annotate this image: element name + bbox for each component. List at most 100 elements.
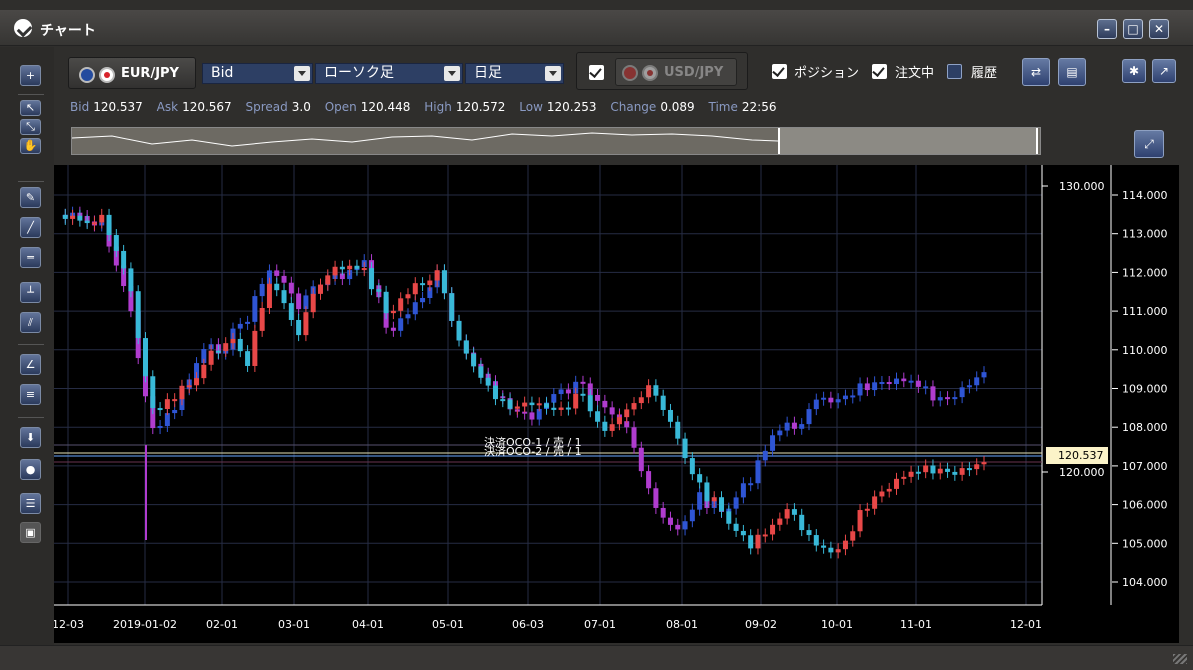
position-checkbox[interactable] [772,64,787,79]
eurjpy-candle [223,343,229,351]
price-chart[interactable]: 12-03 2019-01-02 02-01 03-01 04-01 05-01 06-03… [52,165,1179,643]
usdjpy-candle [660,507,666,518]
jp-flag-icon [642,65,658,81]
order-list-icon[interactable]: ⇄ [1022,58,1050,86]
chart-svg[interactable]: 12-03 2019-01-02 02-01 03-01 04-01 05-01 06-03… [52,165,1179,643]
chevron-down-icon [294,66,310,81]
right-tick-label: 106.000 [1122,499,1168,512]
spread-label: Spread [245,100,288,114]
chart-toolbar: EUR/JPY Bid ローソク足 日足 USD/JPY ポジション 注文中 履… [60,52,1180,92]
timeframe-value: 日足 [474,65,502,81]
compare-symbol-button[interactable]: USD/JPY [615,58,737,86]
eurjpy-candle [595,411,601,422]
vertical-line-icon[interactable]: ┴ [20,282,41,303]
eurjpy-candle [821,545,827,548]
usdjpy-candle [653,488,659,508]
eurjpy-candle [412,283,418,295]
eurjpy-candle [565,407,571,410]
right-tick-label: 110.000 [1122,344,1168,357]
title-bar[interactable]: チャート – □ ✕ [0,10,1193,46]
usdjpy-candle [420,297,426,303]
x-tick-label: 04-01 [352,618,384,631]
crosshair-pointer-icon[interactable]: ⤡ [20,119,41,135]
compare-checkbox[interactable] [589,65,604,80]
usdjpy-candle [821,397,827,400]
usdjpy-candle [565,389,571,394]
eurjpy-candle [536,403,542,406]
eurjpy-candle [317,284,323,294]
usdjpy-candle [850,395,856,398]
navigator-range-handle[interactable] [778,128,1038,154]
divider [18,344,44,345]
minimize-button[interactable]: – [1097,19,1117,39]
pen-icon[interactable]: ✎ [20,187,41,208]
eurjpy-candle [609,424,615,431]
camera-icon[interactable]: ▣ [20,522,41,543]
settings-gear-icon[interactable]: ✱ [1122,59,1146,83]
add-icon[interactable]: + [20,65,41,86]
close-button[interactable]: ✕ [1149,19,1169,39]
usdjpy-candle [930,386,936,401]
eurjpy-candle [361,268,367,271]
fan-icon[interactable]: ∠ [20,354,41,375]
list-icon[interactable]: ☰ [20,493,41,514]
usdjpy-candle [646,471,652,489]
eurjpy-candle [390,310,396,314]
status-bar [0,645,1193,670]
eurjpy-candle [602,421,608,431]
trendline-icon[interactable]: ╱ [20,217,41,238]
maximize-button[interactable]: □ [1123,19,1143,39]
alert-icon[interactable]: ● [20,459,41,480]
download-icon[interactable]: ⬇ [20,427,41,448]
history-checkbox[interactable] [947,64,962,79]
horizontal-line-icon[interactable]: ═ [20,247,41,268]
app-logo-icon [14,19,32,37]
ask-value: 120.567 [182,100,232,114]
eurjpy-candle [492,385,498,400]
pointer-icon[interactable]: ↖ [20,100,41,116]
us-flag-icon [622,65,638,81]
usdjpy-candle [558,389,564,395]
eurjpy-candle [514,406,520,409]
usdjpy-candle [923,386,929,389]
low-value: 120.253 [546,100,597,114]
chart-window: チャート – □ ✕ + ↖ ⤡ ✋ ✎ ╱ ═ ┴ ⫽ ∠ ≡ ⬇ ● ☰ ▣… [0,0,1193,670]
order-checkbox[interactable] [872,64,887,79]
navigator-scrollbar[interactable] [71,127,1041,155]
eurjpy-candle [653,385,659,396]
resize-grip-icon[interactable] [1173,654,1187,664]
eurjpy-candle [135,291,141,339]
eurjpy-candle [573,393,579,409]
eurjpy-candle [420,283,426,286]
usdjpy-candle [857,383,863,396]
symbol-button[interactable]: EUR/JPY [68,57,196,89]
usdjpy-candle [770,435,776,451]
usdjpy-candle [733,497,739,509]
popout-icon[interactable]: ↗ [1152,59,1176,83]
usdjpy-candle [879,382,885,385]
usdjpy-candle [252,296,258,322]
fibonacci-icon[interactable]: ≡ [20,384,41,405]
eurjpy-candle [777,518,783,525]
usdjpy-candle [813,399,819,410]
hand-icon[interactable]: ✋ [20,138,41,154]
x-tick-label: 09-02 [745,618,777,631]
resize-navigator-icon[interactable]: ⤢ [1134,130,1164,158]
eurjpy-candle [91,222,97,225]
price-type-select[interactable]: Bid [202,63,313,84]
channel-icon[interactable]: ⫽ [20,312,41,333]
eurjpy-candle [84,220,90,224]
x-tick-label: 06-03 [512,618,544,631]
usdjpy-candle [245,321,251,324]
sheet-icon[interactable]: ▤ [1058,58,1086,86]
eurjpy-candle [208,350,214,365]
eurjpy-candle [813,535,819,546]
usdjpy-candle [777,430,783,436]
chart-type-select[interactable]: ローソク足 [315,63,463,84]
right-tick-label: 114.000 [1122,189,1168,202]
change-value: 0.089 [660,100,695,114]
eurjpy-candle [164,399,170,409]
usdjpy-candle [966,385,972,388]
timeframe-select[interactable]: 日足 [465,63,564,84]
eurjpy-candle [347,265,353,270]
